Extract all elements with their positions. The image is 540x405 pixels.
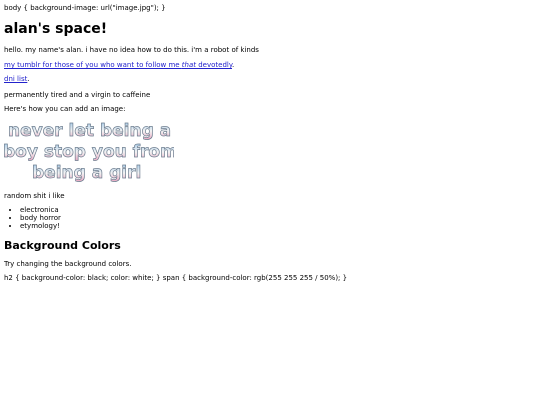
- dni-link[interactable]: dni list: [4, 75, 27, 83]
- tumblr-link-em: that: [181, 61, 197, 69]
- tumblr-link[interactable]: my tumblr for those of you who want to f…: [4, 61, 232, 69]
- banner-image: never let being a boy stop you from bein…: [3, 121, 174, 182]
- css-snippet-top: body { background-image: url("image.jpg"…: [4, 4, 166, 12]
- tumblr-link-pre: my tumblr for those of you who want to f…: [4, 61, 182, 69]
- dni-trail: .: [27, 75, 30, 83]
- tumblr-line: my tumblr for those of you who want to f…: [4, 61, 234, 69]
- likes-list: electronica body horror etymology!: [11, 206, 61, 230]
- list-item: etymology!: [20, 222, 61, 230]
- list-item: body horror: [20, 214, 61, 222]
- list-item: electronica: [20, 206, 61, 214]
- background-colors-heading: Background Colors: [4, 239, 121, 252]
- banner-line-2: boy stop you from: [3, 142, 174, 162]
- page-title: alan's space!: [4, 21, 108, 37]
- banner-line-1: never let being a: [8, 121, 171, 141]
- random-label: random shit i like: [4, 192, 65, 200]
- tired-text: permanently tired and a virgin to caffei…: [4, 91, 151, 99]
- css-snippet-bottom: h2 { background-color: black; color: whi…: [4, 274, 348, 282]
- banner-line-3: being a girl: [32, 163, 141, 182]
- dni-line: dni list.: [4, 75, 30, 83]
- tumblr-link-post: devotedly: [196, 61, 232, 69]
- background-colors-text: Try changing the background colors.: [4, 260, 132, 268]
- tumblr-trail: .: [232, 61, 235, 69]
- image-intro-text: Here's how you can add an image:: [4, 105, 126, 113]
- intro-text: hello. my name's alan. i have no idea ho…: [4, 46, 259, 54]
